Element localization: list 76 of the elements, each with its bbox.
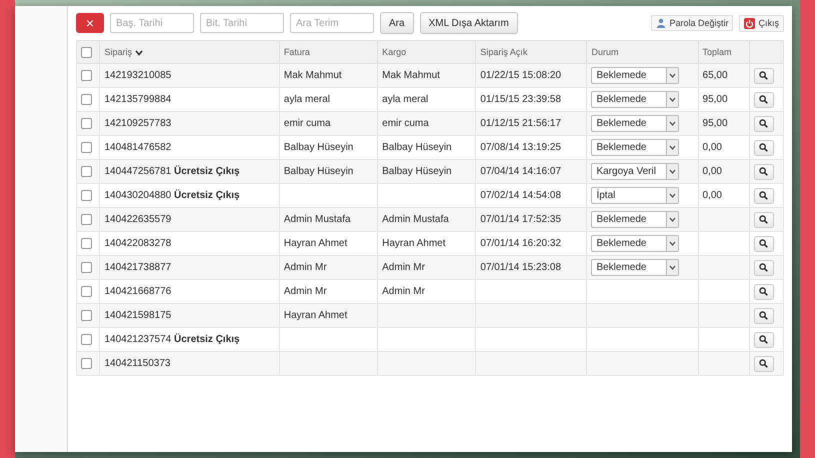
caret-icon xyxy=(666,188,678,203)
status-dropdown[interactable]: Beklemede xyxy=(591,259,680,276)
delete-button[interactable]: × xyxy=(76,13,104,33)
search-icon xyxy=(759,359,768,368)
checkbox[interactable] xyxy=(81,310,92,321)
checkbox[interactable] xyxy=(81,142,92,153)
caret-icon xyxy=(666,260,678,275)
status-dropdown[interactable]: Kargoya Veril xyxy=(591,163,680,180)
column-header[interactable]: Kargo xyxy=(378,40,476,64)
column-header[interactable]: Sipariş xyxy=(100,40,280,64)
column-header[interactable]: Fatura xyxy=(279,40,378,64)
checkbox[interactable] xyxy=(81,358,92,369)
status-dropdown[interactable]: Beklemede xyxy=(591,115,680,132)
status-dropdown[interactable]: İptal xyxy=(591,187,680,204)
status-dropdown[interactable]: Beklemede xyxy=(591,67,680,84)
checkbox[interactable] xyxy=(81,262,92,273)
user-icon xyxy=(656,18,666,28)
column-header[interactable]: Toplam xyxy=(698,40,750,64)
status-dropdown[interactable]: Beklemede xyxy=(591,235,680,252)
search-icon xyxy=(759,191,768,200)
search-icon xyxy=(759,263,768,272)
checkbox[interactable] xyxy=(81,286,92,297)
search-icon xyxy=(759,287,768,296)
column-header[interactable]: Durum xyxy=(586,40,698,64)
status-dropdown[interactable]: Beklemede xyxy=(591,211,680,228)
chevron-down-icon xyxy=(135,50,143,56)
checkbox[interactable] xyxy=(81,334,92,345)
column-header[interactable]: Sipariş Açık xyxy=(476,40,587,64)
table-cell: 140421150373 xyxy=(100,352,280,376)
view-button[interactable] xyxy=(754,116,774,132)
search-icon xyxy=(759,167,768,176)
view-button[interactable] xyxy=(754,140,774,156)
view-button[interactable] xyxy=(754,308,774,324)
view-button[interactable] xyxy=(754,68,774,84)
search-icon xyxy=(759,335,768,344)
export-button[interactable]: XML Dışa Aktarım xyxy=(420,12,518,34)
caret-icon xyxy=(666,116,678,131)
power-icon xyxy=(744,18,756,28)
date-field[interactable]: Baş. Tarihi xyxy=(110,13,194,33)
caret-icon xyxy=(666,164,678,179)
checkbox[interactable] xyxy=(81,94,92,105)
checkbox[interactable] xyxy=(81,118,92,129)
search-icon xyxy=(759,143,768,152)
view-button[interactable] xyxy=(754,284,774,300)
checkbox[interactable] xyxy=(81,70,92,81)
caret-icon xyxy=(666,68,678,83)
view-button[interactable] xyxy=(754,164,774,180)
view-button[interactable] xyxy=(754,188,774,204)
checkbox[interactable] xyxy=(81,214,92,225)
view-button[interactable] xyxy=(754,356,774,372)
checkbox[interactable] xyxy=(81,238,92,249)
status-dropdown[interactable]: Beklemede xyxy=(591,139,680,156)
view-button[interactable] xyxy=(754,332,774,348)
caret-icon xyxy=(666,236,678,251)
caret-icon xyxy=(666,92,678,107)
search-icon xyxy=(759,95,768,104)
checkbox[interactable] xyxy=(81,46,92,58)
search-icon xyxy=(759,71,768,80)
caret-icon xyxy=(666,212,678,227)
logout-link[interactable]: Çıkış xyxy=(739,14,784,32)
status-dropdown[interactable]: Beklemede xyxy=(591,91,680,108)
search-icon xyxy=(759,215,768,224)
view-button[interactable] xyxy=(754,212,774,228)
view-button[interactable] xyxy=(754,260,774,276)
view-button[interactable] xyxy=(754,236,774,252)
search-icon xyxy=(759,119,768,128)
search-button[interactable]: Ara xyxy=(380,12,414,34)
checkbox[interactable] xyxy=(81,166,92,177)
view-button[interactable] xyxy=(754,92,774,108)
date-field[interactable]: Bit. Tarihi xyxy=(200,13,284,33)
search-icon xyxy=(759,239,768,248)
date-field[interactable]: Ara Terim xyxy=(290,13,374,33)
caret-icon xyxy=(666,140,678,155)
search-icon xyxy=(759,311,768,320)
checkbox[interactable] xyxy=(81,190,92,201)
password-link[interactable]: Parola Değiştir xyxy=(651,15,734,31)
